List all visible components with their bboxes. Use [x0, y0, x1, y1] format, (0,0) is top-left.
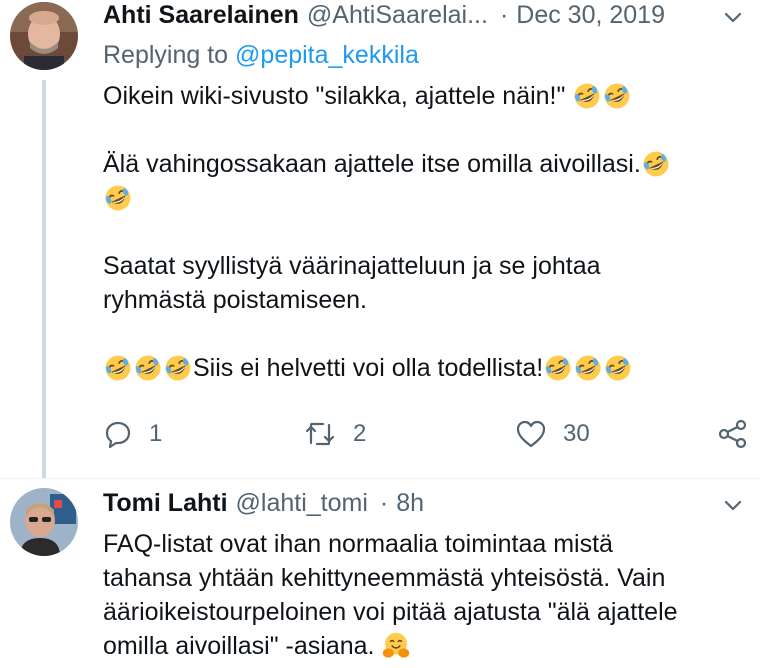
text-line-2: tahansa yhtään kehittyneemmästä yhteisös… [103, 564, 666, 592]
separator-dot: · [379, 488, 389, 517]
like-button[interactable]: 30 [515, 416, 590, 452]
rolling-on-floor-laughing-emoji [134, 354, 162, 382]
rolling-on-floor-laughing-emoji [604, 354, 632, 382]
rolling-on-floor-laughing-emoji [603, 82, 631, 110]
text-line-1: FAQ-listat ovat ihan normaalia toimintaa… [103, 530, 613, 558]
text-line-2: Älä vahingossakaan ajattele itse omilla … [103, 150, 641, 178]
tweet-timestamp[interactable]: Dec 30, 2019 [516, 1, 665, 30]
rolling-on-floor-laughing-emoji [164, 354, 192, 382]
avatar-ahti[interactable] [10, 2, 78, 70]
reply-icon [105, 421, 131, 449]
replying-prefix: Replying to [103, 41, 236, 69]
text-line-3: Saatat syyllistyä väärinajatteluun ja se… [103, 252, 601, 280]
hugging-face-emoji [382, 632, 410, 660]
replying-to: Replying to @pepita_kekkila [103, 41, 419, 70]
text-line-3: äärioikeistourpeloinen voi pitää ajatust… [103, 598, 678, 626]
text-line: tahansa yhtään kehittyneemmästä yhteisös… [103, 561, 743, 595]
text-line: Älä vahingossakaan ajattele itse omilla … [103, 147, 743, 181]
rolling-on-floor-laughing-emoji [104, 354, 132, 382]
text-line: Siis ei helvetti voi olla todellista! [103, 351, 743, 385]
text-line-4: omilla aivoillasi" -asiana. [103, 632, 382, 660]
heart-icon [516, 420, 546, 448]
like-count: 30 [563, 420, 590, 447]
tweet-text: FAQ-listat ovat ihan normaalia toimintaa… [103, 527, 743, 663]
text-line [103, 181, 743, 215]
tweet-actions: 1 2 30 [103, 416, 753, 452]
rolling-on-floor-laughing-emoji [573, 82, 601, 110]
tweet-header: Ahti Saarelainen @AhtiSaarelai... · Dec … [103, 0, 665, 30]
tweet-ahti-saarelainen[interactable]: Ahti Saarelainen @AhtiSaarelai... · Dec … [0, 0, 760, 478]
text-line: ryhmästä poistamiseen. [103, 283, 743, 317]
separator-dot: · [499, 0, 509, 29]
share-button[interactable] [717, 416, 760, 452]
text-line-4: ryhmästä poistamiseen. [103, 286, 368, 314]
text-line: Oikein wiki-sivusto "silakka, ajattele n… [103, 79, 743, 113]
reply-button[interactable]: 1 [103, 416, 162, 452]
author-handle[interactable]: @AhtiSaarelai... [307, 1, 488, 30]
retweet-count: 2 [353, 420, 367, 447]
text-line: omilla aivoillasi" -asiana. [103, 629, 743, 663]
thread-connector-line [42, 80, 46, 478]
more-options-caret-icon[interactable] [720, 492, 746, 518]
author-name[interactable]: Ahti Saarelainen [103, 1, 299, 30]
avatar-tomi[interactable] [10, 488, 78, 556]
rolling-on-floor-laughing-emoji [642, 150, 670, 178]
author-handle[interactable]: @lahti_tomi [236, 489, 368, 518]
text-line: FAQ-listat ovat ihan normaalia toimintaa… [103, 527, 743, 561]
rolling-on-floor-laughing-emoji [104, 184, 132, 212]
text-line: äärioikeistourpeloinen voi pitää ajatust… [103, 595, 743, 629]
tweet-text: Oikein wiki-sivusto "silakka, ajattele n… [103, 79, 743, 385]
mention-link[interactable]: @pepita_kekkila [235, 41, 419, 69]
tweet-tomi-lahti[interactable]: Tomi Lahti @lahti_tomi · 8h FAQ-listat o… [0, 479, 760, 668]
author-name[interactable]: Tomi Lahti [103, 489, 228, 518]
retweet-button[interactable]: 2 [303, 416, 366, 452]
text-line: Saatat syyllistyä väärinajatteluun ja se… [103, 249, 743, 283]
retweet-icon [305, 422, 335, 446]
tweet-header: Tomi Lahti @lahti_tomi · 8h [103, 488, 424, 518]
rolling-on-floor-laughing-emoji [544, 354, 572, 382]
tweet-timestamp[interactable]: 8h [396, 489, 424, 518]
rolling-on-floor-laughing-emoji [574, 354, 602, 382]
text-line-5: Siis ei helvetti voi olla todellista! [193, 354, 544, 382]
share-icon [718, 419, 747, 449]
more-options-caret-icon[interactable] [720, 4, 746, 30]
reply-count: 1 [149, 420, 163, 447]
text-line-1: Oikein wiki-sivusto "silakka, ajattele n… [103, 82, 573, 110]
